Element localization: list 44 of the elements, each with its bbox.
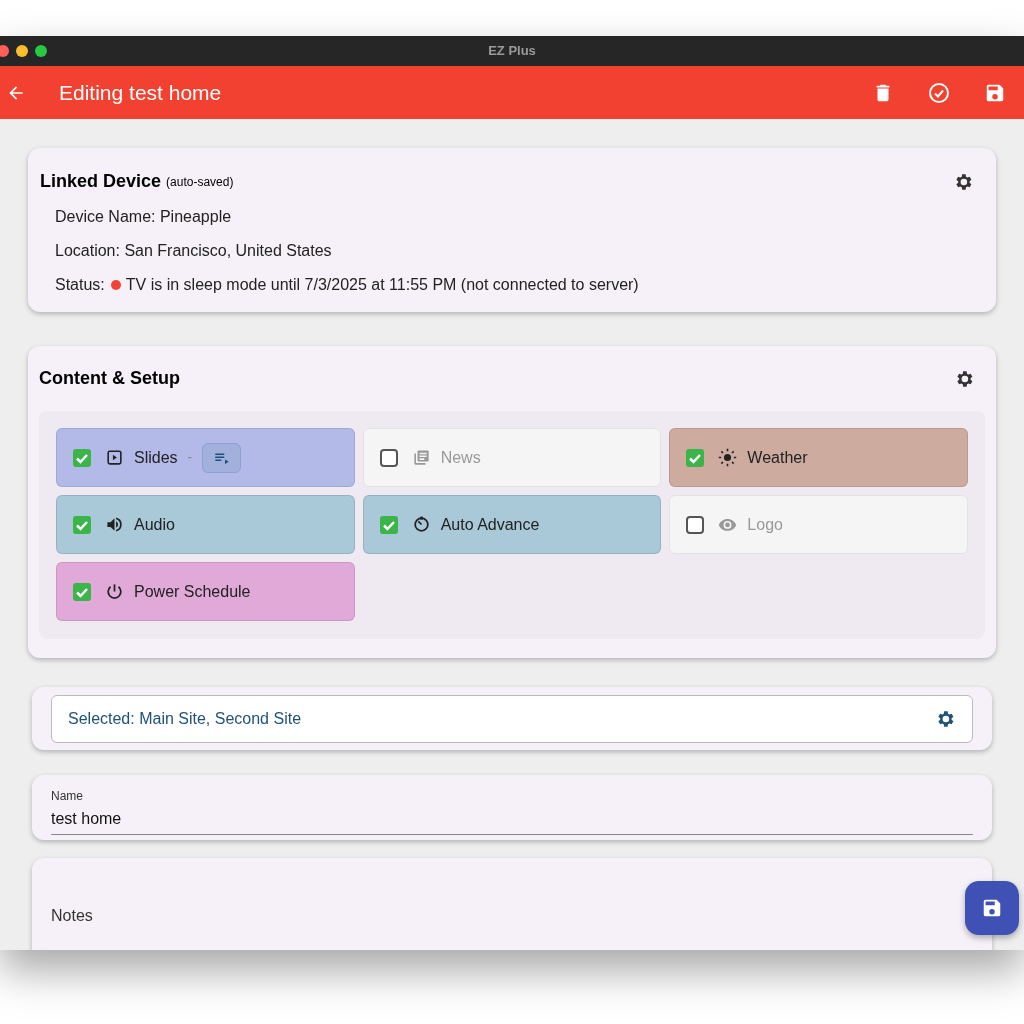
tile-label: Logo bbox=[747, 514, 783, 535]
sites-selector[interactable]: Selected: Main Site, Second Site bbox=[51, 695, 973, 743]
notes-field[interactable]: Notes bbox=[51, 907, 93, 924]
feature-tile[interactable]: Auto Advance bbox=[362, 495, 662, 554]
tile-label: Weather bbox=[747, 447, 808, 468]
checkbox[interactable] bbox=[686, 515, 705, 534]
tile-label: Slides bbox=[134, 447, 178, 468]
power-icon bbox=[105, 582, 124, 601]
status-label: Status: bbox=[55, 275, 105, 295]
feature-tile[interactable]: Power Schedule bbox=[56, 562, 355, 621]
auto-saved-note: (auto-saved) bbox=[166, 173, 234, 191]
zoom-window-button[interactable] bbox=[35, 45, 47, 57]
separator-dash: - bbox=[187, 448, 193, 467]
confirm-button[interactable] bbox=[927, 80, 951, 105]
playlist-button[interactable] bbox=[202, 442, 242, 473]
name-field[interactable]: Name test home bbox=[51, 787, 973, 835]
feature-tile[interactable]: Audio bbox=[56, 495, 355, 554]
status-text: TV is in sleep mode until 7/3/2025 at 11:55 PM (not connected to server) bbox=[125, 275, 639, 295]
save-fab[interactable] bbox=[965, 881, 1019, 935]
tile-label: News bbox=[440, 447, 481, 468]
tile-label: Audio bbox=[134, 514, 175, 535]
tile-label: Auto Advance bbox=[440, 514, 540, 535]
device-info-line: Device Name: Pineapple bbox=[55, 207, 233, 227]
checkbox[interactable] bbox=[73, 582, 91, 601]
speaker-icon bbox=[105, 515, 124, 534]
checkbox[interactable] bbox=[73, 515, 91, 534]
tile-label: Power Schedule bbox=[134, 581, 251, 602]
checkbox[interactable] bbox=[379, 448, 398, 467]
play-box-icon bbox=[105, 448, 124, 467]
feature-tile[interactable]: Weather bbox=[669, 428, 968, 487]
minimize-window-button[interactable] bbox=[16, 45, 28, 57]
window-title: EZ Plus bbox=[488, 42, 536, 61]
page-title: Editing test home bbox=[59, 79, 222, 106]
timer-icon bbox=[411, 515, 431, 534]
device-info-line: Location: San Francisco, United States bbox=[55, 241, 333, 261]
checkbox[interactable] bbox=[686, 448, 705, 467]
checkbox[interactable] bbox=[379, 515, 398, 534]
sun-icon bbox=[718, 448, 738, 467]
close-window-button[interactable] bbox=[0, 45, 9, 57]
feature-tile[interactable]: Slides - bbox=[56, 428, 355, 487]
checkbox[interactable] bbox=[73, 448, 91, 467]
card-title: Linked Device bbox=[40, 170, 162, 193]
card-title: Content & Setup bbox=[39, 367, 180, 390]
newspaper-icon bbox=[411, 448, 431, 467]
